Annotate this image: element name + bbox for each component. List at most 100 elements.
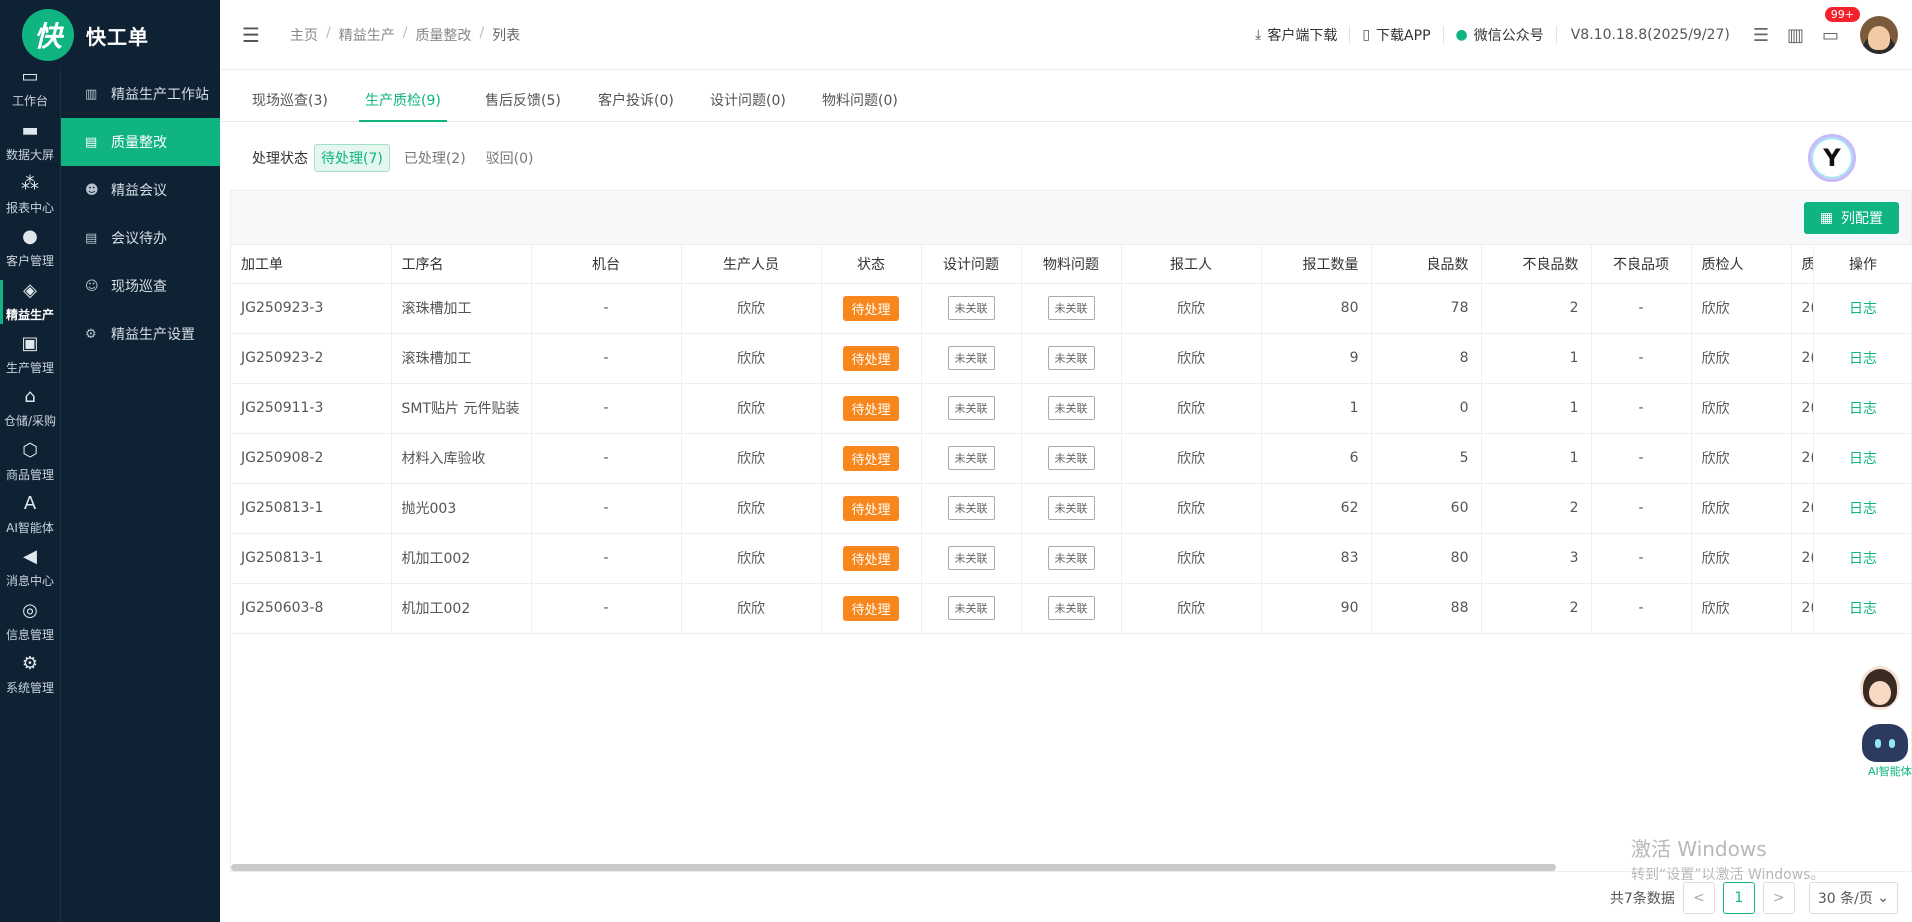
table-toolbar: ▦ 列配置 bbox=[231, 191, 1911, 245]
client-download-link[interactable]: ⤓ 客户端下载 bbox=[1243, 26, 1351, 44]
column-header: 物料问题 bbox=[1021, 245, 1122, 284]
submenu-item-0[interactable]: ▥ 精益生产工作站 bbox=[61, 70, 220, 118]
column-header: 机台 bbox=[531, 245, 682, 284]
rail-item-11[interactable]: ⚙ 系统管理 bbox=[0, 643, 60, 707]
column-header: 加工单 bbox=[231, 245, 392, 284]
table-cell: - bbox=[531, 383, 682, 434]
assistant-logo-icon[interactable]: Y bbox=[1808, 134, 1856, 182]
avatar-face bbox=[1868, 26, 1890, 50]
cube-icon: ⬡ bbox=[22, 440, 38, 461]
tab-0[interactable]: 现场巡查(3) bbox=[246, 70, 334, 122]
table-cell: 未关联 bbox=[1021, 433, 1122, 484]
unlinked-tag[interactable]: 未关联 bbox=[1047, 446, 1095, 470]
page-1-button[interactable]: 1 bbox=[1722, 882, 1755, 914]
layers-icon: ◈ bbox=[23, 280, 37, 301]
unlinked-tag[interactable]: 未关联 bbox=[947, 446, 995, 470]
breadcrumb-item[interactable]: 质量整改 bbox=[415, 25, 471, 45]
table-row[interactable]: JG250813-1抛光003-欣欣待处理未关联未关联欣欣62602-欣欣2(日… bbox=[231, 483, 1912, 534]
rail-item-label: 系统管理 bbox=[5, 681, 54, 695]
log-link[interactable]: 日志 bbox=[1849, 451, 1877, 467]
tab-1[interactable]: 生产质检(9) bbox=[359, 70, 447, 122]
wechat-link[interactable]: ● 微信公众号 bbox=[1444, 26, 1557, 44]
table-row[interactable]: JG250908-2材料入库验收-欣欣待处理未关联未关联欣欣651-欣欣2(日志 bbox=[231, 433, 1912, 484]
horizontal-scrollbar[interactable] bbox=[231, 864, 1556, 871]
unlinked-tag[interactable]: 未关联 bbox=[1047, 596, 1095, 620]
table-row[interactable]: JG250813-1机加工002-欣欣待处理未关联未关联欣欣83803-欣欣2(… bbox=[231, 533, 1912, 584]
submenu-item-3[interactable]: ▤ 会议待办 bbox=[61, 214, 220, 262]
column-config-button[interactable]: ▦ 列配置 bbox=[1803, 202, 1899, 234]
sub-menu: ▥ 精益生产工作站 ▤ 质量整改 ☻ 精益会议 ▤ 会议待办 ☺ 现场巡查 ⚙ 精益生产设置 bbox=[60, 70, 220, 922]
prev-page-button[interactable]: < bbox=[1682, 882, 1715, 914]
column-header: 报工数量 bbox=[1261, 245, 1372, 284]
status-badge: 待处理 bbox=[843, 595, 899, 621]
status-done[interactable]: 已处理(2) bbox=[398, 145, 472, 171]
unlinked-tag[interactable]: 未关联 bbox=[947, 346, 995, 370]
unlinked-tag[interactable]: 未关联 bbox=[1047, 346, 1095, 370]
table-row[interactable]: JG250911-3 SMT贴片 元件贴装 - 欣欣 待处理 未关联 未关联 欣欣 1 0 1- 欣欣… bbox=[231, 383, 1912, 434]
breadcrumb-item[interactable]: 主页 bbox=[290, 25, 318, 45]
submenu-item-5[interactable]: ⚙ 精益生产设置 bbox=[61, 310, 220, 358]
tab-2[interactable]: 售后反馈(5) bbox=[479, 70, 567, 122]
column-header: 设计问题 bbox=[921, 245, 1022, 284]
breadcrumb-item[interactable]: 精益生产 bbox=[339, 25, 395, 45]
collapse-menu-icon[interactable]: ☰ bbox=[242, 23, 266, 47]
table-cell: - bbox=[1591, 333, 1692, 384]
log-link[interactable]: 日志 bbox=[1849, 501, 1877, 517]
table-row[interactable]: JG250923-3滚珠槽加工-欣欣待处理未关联未关联欣欣80782-欣欣2(日… bbox=[231, 283, 1912, 334]
ai-robot-icon[interactable] bbox=[1862, 724, 1908, 762]
screen-icon: ▬ bbox=[21, 120, 39, 141]
log-link[interactable]: 日志 bbox=[1849, 351, 1877, 367]
table-cell: - bbox=[531, 483, 682, 534]
submenu-item-1[interactable]: ▤ 质量整改 bbox=[61, 118, 220, 166]
unlinked-tag[interactable]: 未关联 bbox=[1047, 546, 1095, 570]
status-badge: 待处理 bbox=[843, 295, 899, 321]
log-link[interactable]: 日志 bbox=[1849, 401, 1877, 417]
unlinked-tag[interactable]: 未关联 bbox=[1047, 496, 1095, 520]
table-cell: 未关联 bbox=[1021, 383, 1122, 434]
table-cell: 2( bbox=[1791, 333, 1814, 384]
table-cell: 83 bbox=[1261, 533, 1372, 584]
tab-5[interactable]: 物料问题(0) bbox=[816, 70, 904, 122]
unlinked-tag[interactable]: 未关联 bbox=[1047, 396, 1095, 420]
submenu-item-label: 精益会议 bbox=[111, 183, 167, 199]
log-link[interactable]: 日志 bbox=[1849, 551, 1877, 567]
ai-agent-label[interactable]: AI智能体 bbox=[1868, 763, 1912, 779]
unlinked-tag[interactable]: 未关联 bbox=[947, 396, 995, 420]
column-header: 质检人 bbox=[1691, 245, 1792, 284]
table-cell: 待处理 bbox=[821, 483, 922, 534]
unlinked-tag[interactable]: 未关联 bbox=[947, 296, 995, 320]
table-cell: 机加工002 bbox=[391, 583, 532, 634]
wechat-label: 微信公众号 bbox=[1473, 28, 1544, 44]
table-cell: 欣欣 bbox=[1691, 283, 1792, 334]
table-row[interactable]: JG250603-8机加工002-欣欣待处理未关联未关联欣欣90882-欣欣2(… bbox=[231, 583, 1912, 634]
app-download-link[interactable]: ▯ 下载APP bbox=[1350, 26, 1444, 44]
logo-badge: 快 bbox=[22, 9, 74, 61]
submenu-item-2[interactable]: ☻ 精益会议 bbox=[61, 166, 220, 214]
unlinked-tag[interactable]: 未关联 bbox=[947, 496, 995, 520]
next-page-button[interactable]: > bbox=[1762, 882, 1795, 914]
table-cell: 欣欣 bbox=[1121, 483, 1262, 534]
unlinked-tag[interactable]: 未关联 bbox=[1047, 296, 1095, 320]
table-cell: 2( bbox=[1791, 283, 1814, 334]
status-pending[interactable]: 待处理(7) bbox=[314, 144, 390, 172]
book-icon[interactable]: ▥ bbox=[1778, 25, 1813, 46]
table-cell: 日志 bbox=[1813, 433, 1912, 484]
menu-list-icon[interactable]: ☰ bbox=[1744, 25, 1778, 46]
rail-item-label: 数据大屏 bbox=[5, 148, 54, 162]
table-cell: 欣欣 bbox=[1691, 333, 1792, 384]
unlinked-tag[interactable]: 未关联 bbox=[947, 596, 995, 620]
submenu-item-4[interactable]: ☺ 现场巡查 bbox=[61, 262, 220, 310]
page-size-select[interactable]: 30 条/页 ⌄ bbox=[1808, 882, 1898, 914]
monitor-icon: ▭ bbox=[21, 66, 39, 87]
log-link[interactable]: 日志 bbox=[1849, 301, 1877, 317]
customer-service-avatar[interactable] bbox=[1860, 666, 1900, 710]
total-count: 共7条数据 bbox=[1609, 891, 1675, 907]
message-icon[interactable]: ▭ 99+ bbox=[1813, 6, 1860, 46]
tab-4[interactable]: 设计问题(0) bbox=[704, 70, 792, 122]
unlinked-tag[interactable]: 未关联 bbox=[947, 546, 995, 570]
log-link[interactable]: 日志 bbox=[1849, 601, 1877, 617]
avatar[interactable] bbox=[1860, 16, 1898, 54]
tab-3[interactable]: 客户投诉(0) bbox=[592, 70, 680, 122]
table-row[interactable]: JG250923-2滚珠槽加工-欣欣待处理未关联未关联欣欣981-欣欣2(日志 bbox=[231, 333, 1912, 384]
status-rejected[interactable]: 驳回(0) bbox=[480, 145, 540, 171]
